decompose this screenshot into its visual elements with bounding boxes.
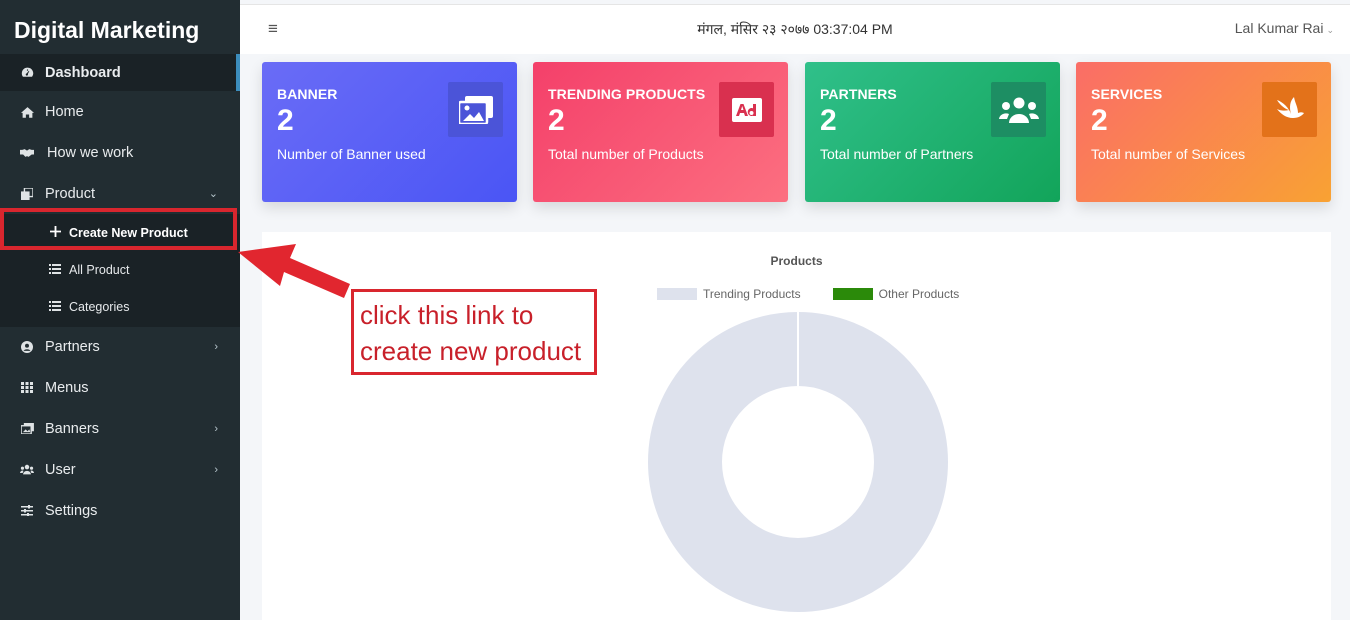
products-donut-chart bbox=[648, 312, 948, 612]
sidebar-item-settings[interactable]: Settings bbox=[0, 490, 240, 531]
images-icon bbox=[20, 422, 34, 436]
trending-products-card[interactable]: TRENDING PRODUCTS 2 Total number of Prod… bbox=[533, 62, 788, 202]
sidebar-item-home[interactable]: Home bbox=[0, 91, 240, 132]
handshake-icon bbox=[20, 146, 34, 160]
brand-title[interactable]: Digital Marketing bbox=[0, 0, 240, 54]
sidebar-item-banners[interactable]: Banners › bbox=[0, 408, 240, 449]
legend-swatch[interactable] bbox=[832, 288, 873, 300]
sliders-icon bbox=[20, 504, 34, 518]
sidebar-item-partners[interactable]: Partners › bbox=[0, 326, 240, 367]
sidebar-item-label: Dashboard bbox=[45, 64, 121, 81]
partners-card[interactable]: PARTNERS 2 Total number of Partners bbox=[805, 62, 1060, 202]
chevron-right-icon: › bbox=[214, 422, 218, 435]
sidebar-item-user[interactable]: User › bbox=[0, 449, 240, 490]
chevron-down-icon: ⌄ bbox=[208, 188, 218, 200]
sidebar-item-how-we-work[interactable]: How we work bbox=[0, 132, 240, 173]
users-icon bbox=[20, 463, 34, 477]
dove-icon bbox=[1262, 82, 1317, 137]
annotation-callout: click this link to create new product bbox=[351, 289, 597, 375]
services-card[interactable]: SERVICES 2 Total number of Services bbox=[1076, 62, 1331, 202]
sidebar-item-label: How we work bbox=[47, 144, 134, 161]
images-icon bbox=[448, 82, 503, 137]
card-subtitle: Number of Banner used bbox=[277, 146, 426, 162]
chart-legend: Trending Products Other Products bbox=[657, 287, 969, 301]
sidebar-item-label: User bbox=[45, 461, 76, 478]
annotation-arrow-icon bbox=[238, 244, 350, 298]
sidebar-item-menus[interactable]: Menus bbox=[0, 367, 240, 408]
sidebar: Digital Marketing Dashboard Home How we … bbox=[0, 0, 240, 620]
legend-label[interactable]: Other Products bbox=[879, 287, 960, 301]
sidebar-subitem-label: All Product bbox=[69, 262, 130, 277]
sidebar-item-label: Menus bbox=[45, 379, 89, 396]
sidebar-subitem-categories[interactable]: Categories bbox=[0, 288, 240, 325]
banner-card[interactable]: BANNER 2 Number of Banner used bbox=[262, 62, 517, 202]
sidebar-item-dashboard[interactable]: Dashboard bbox=[0, 54, 240, 91]
chart-title: Products bbox=[770, 254, 823, 268]
card-subtitle: Total number of Services bbox=[1091, 146, 1246, 162]
card-subtitle: Total number of Partners bbox=[820, 146, 974, 162]
card-subtitle: Total number of Products bbox=[548, 146, 704, 162]
list-icon bbox=[49, 263, 61, 277]
sidebar-item-label: Home bbox=[45, 103, 84, 120]
legend-label[interactable]: Trending Products bbox=[703, 287, 801, 301]
user-circle-icon bbox=[20, 340, 34, 354]
sidebar-item-label: Partners bbox=[45, 338, 100, 355]
sidebar-item-label: Product bbox=[45, 185, 95, 202]
user-menu[interactable]: Lal Kumar Rai ⌄ bbox=[1235, 20, 1334, 36]
sidebar-item-label: Banners bbox=[45, 420, 100, 437]
sidebar-subitem-all-product[interactable]: All Product bbox=[0, 251, 240, 288]
ad-icon bbox=[719, 82, 774, 137]
caret-down-icon: ⌄ bbox=[1326, 25, 1334, 35]
user-name: Lal Kumar Rai bbox=[1234, 20, 1324, 36]
list-icon bbox=[49, 300, 61, 314]
top-navbar: ≡ मंगल, मंसिर २३ २०७७ 03:37:04 PM Lal Ku… bbox=[240, 4, 1350, 54]
grid-icon bbox=[20, 381, 34, 395]
home-icon bbox=[20, 105, 34, 119]
clone-icon bbox=[20, 187, 34, 201]
users-icon bbox=[991, 82, 1046, 137]
chevron-right-icon: › bbox=[214, 463, 218, 476]
annotation-line: create new product bbox=[360, 336, 582, 366]
chevron-right-icon: › bbox=[214, 340, 218, 353]
annotation-highlight-box bbox=[0, 208, 237, 250]
sidebar-item-label: Settings bbox=[45, 502, 98, 519]
current-datetime: मंगल, मंसिर २३ २०७७ 03:37:04 PM bbox=[697, 21, 893, 37]
legend-swatch[interactable] bbox=[657, 288, 697, 300]
dashboard-icon bbox=[20, 66, 34, 80]
sidebar-subitem-label: Categories bbox=[69, 299, 130, 314]
annotation-line: click this link to bbox=[360, 300, 534, 330]
